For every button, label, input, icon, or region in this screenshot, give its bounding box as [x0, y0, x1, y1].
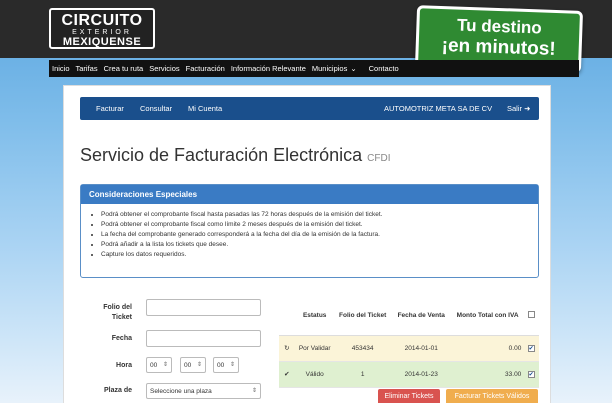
folio-label: Folio del Ticket	[96, 304, 132, 321]
row-monto: 0.00	[451, 335, 524, 362]
row-fecha: 2014-01-23	[390, 361, 452, 388]
table-row[interactable]: ↻ Por Validar 453434 2014-01-01 0.00 ✔	[279, 335, 539, 362]
col-monto: Monto Total con IVA	[451, 297, 524, 336]
nav-contacto[interactable]: Contacto	[369, 64, 399, 73]
notice-box: Consideraciones Especiales Podrá obtener…	[80, 184, 539, 278]
check-icon: ✔	[279, 361, 295, 388]
page-subtitle: CFDI	[367, 153, 391, 164]
fecha-label: Fecha	[111, 335, 132, 342]
folio-input[interactable]	[146, 299, 261, 316]
nav-crea-ruta[interactable]: Crea tu ruta	[104, 64, 144, 73]
minute-value: 00	[184, 362, 192, 369]
eliminar-tickets-button[interactable]: Eliminar Tickets	[378, 389, 440, 403]
fecha-input[interactable]	[146, 330, 261, 347]
row-folio: 453434	[334, 335, 391, 362]
row-folio: 1	[334, 361, 391, 388]
select-all-box	[527, 311, 535, 319]
hora-hour-select[interactable]: 00 ⇕	[146, 357, 172, 373]
notice-item: Podrá añadir a la lista los tickets que …	[101, 240, 538, 250]
plaza-select[interactable]: Seleccione una plaza ⇕	[146, 383, 261, 399]
row-status: Por Validar	[294, 335, 335, 362]
table-header-row: Estatus Folio del Ticket Fecha de Venta …	[279, 297, 539, 336]
nav-municipios-label: Municipios	[311, 64, 348, 73]
nav-inicio[interactable]: Inicio	[52, 64, 70, 73]
select-all-checkbox[interactable]	[523, 297, 539, 336]
row-monto: 33.00	[451, 361, 524, 388]
col-fecha: Fecha de Venta	[390, 297, 452, 336]
checkmark-icon: ✔	[527, 370, 535, 378]
col-estatus: Estatus	[294, 297, 335, 336]
stepper-icon: ⇕	[162, 362, 168, 368]
main-nav: Inicio Tarifas Crea tu ruta Servicios Fa…	[49, 60, 579, 77]
salir-link[interactable]: Salir ➜	[507, 104, 530, 113]
company-name[interactable]: AUTOMOTRIZ META SA DE CV	[384, 104, 492, 113]
chevron-down-icon: ⌄	[350, 64, 357, 73]
second-value: 00	[217, 362, 225, 369]
icon-column-header	[279, 297, 295, 336]
folio-label-2: Ticket	[111, 314, 132, 321]
folio-label-1: Folio del	[103, 304, 132, 311]
salir-label: Salir	[507, 104, 523, 113]
notice-item: Podrá obtener el comprobante fiscal hast…	[101, 210, 538, 220]
hora-minute-select[interactable]: 00 ⇕	[180, 357, 206, 373]
checkmark-icon: ✔	[527, 344, 535, 352]
hora-second-select[interactable]: 00 ⇕	[213, 357, 239, 373]
facturar-tickets-button[interactable]: Facturar Tickets Válidos	[446, 389, 538, 403]
stepper-icon: ⇕	[196, 362, 202, 368]
sub-nav: Facturar Consultar Mi Cuenta AUTOMOTRIZ …	[80, 97, 539, 120]
row-checkbox[interactable]: ✔	[523, 335, 539, 362]
notice-list: Podrá obtener el comprobante fiscal hast…	[81, 204, 538, 260]
notice-item: Capture los datos requeridos.	[101, 250, 538, 260]
logo-line-3: MEXIQUENSE	[62, 36, 142, 48]
circuito-logo[interactable]: CIRCUITO EXTERIOR MEXIQUENSE	[49, 8, 155, 49]
row-fecha: 2014-01-01	[390, 335, 452, 362]
nav-servicios[interactable]: Servicios	[149, 64, 179, 73]
col-folio: Folio del Ticket	[334, 297, 391, 336]
plaza-label: Plaza de	[103, 387, 132, 394]
row-status: Válido	[294, 361, 335, 388]
subnav-facturar[interactable]: Facturar	[96, 104, 124, 113]
logo-line-2: EXTERIOR	[72, 29, 132, 36]
chevron-down-icon: ⇕	[251, 388, 257, 394]
logout-arrow-icon: ➜	[524, 104, 531, 113]
plaza-placeholder: Seleccione una plaza	[150, 388, 212, 395]
logo-line-1: CIRCUITO	[61, 12, 143, 29]
page-title: Servicio de Facturación Electrónica CFDI	[80, 145, 391, 166]
notice-title: Consideraciones Especiales	[81, 185, 538, 204]
hour-value: 00	[150, 362, 158, 369]
subnav-mi-cuenta[interactable]: Mi Cuenta	[188, 104, 222, 113]
nav-municipios[interactable]: Municipios ⌄	[312, 64, 363, 73]
nav-facturacion[interactable]: Facturación	[186, 64, 225, 73]
row-checkbox[interactable]: ✔	[523, 361, 539, 388]
notice-item: La fecha del comprobante generado corres…	[101, 230, 538, 240]
subnav-consultar[interactable]: Consultar	[140, 104, 172, 113]
table-row[interactable]: ✔ Válido 1 2014-01-23 33.00 ✔	[279, 361, 539, 388]
notice-item: Podrá obtener el comprobante fiscal como…	[101, 220, 538, 230]
page-title-text: Servicio de Facturación Electrónica	[80, 145, 363, 165]
refresh-icon: ↻	[279, 335, 295, 362]
hora-label: Hora	[116, 362, 132, 369]
stepper-icon: ⇕	[229, 362, 235, 368]
nav-tarifas[interactable]: Tarifas	[76, 64, 98, 73]
tickets-table: Estatus Folio del Ticket Fecha de Venta …	[279, 297, 539, 388]
badge-line-2: ¡en minutos!	[441, 35, 557, 60]
nav-informacion[interactable]: Información Relevante	[231, 64, 306, 73]
